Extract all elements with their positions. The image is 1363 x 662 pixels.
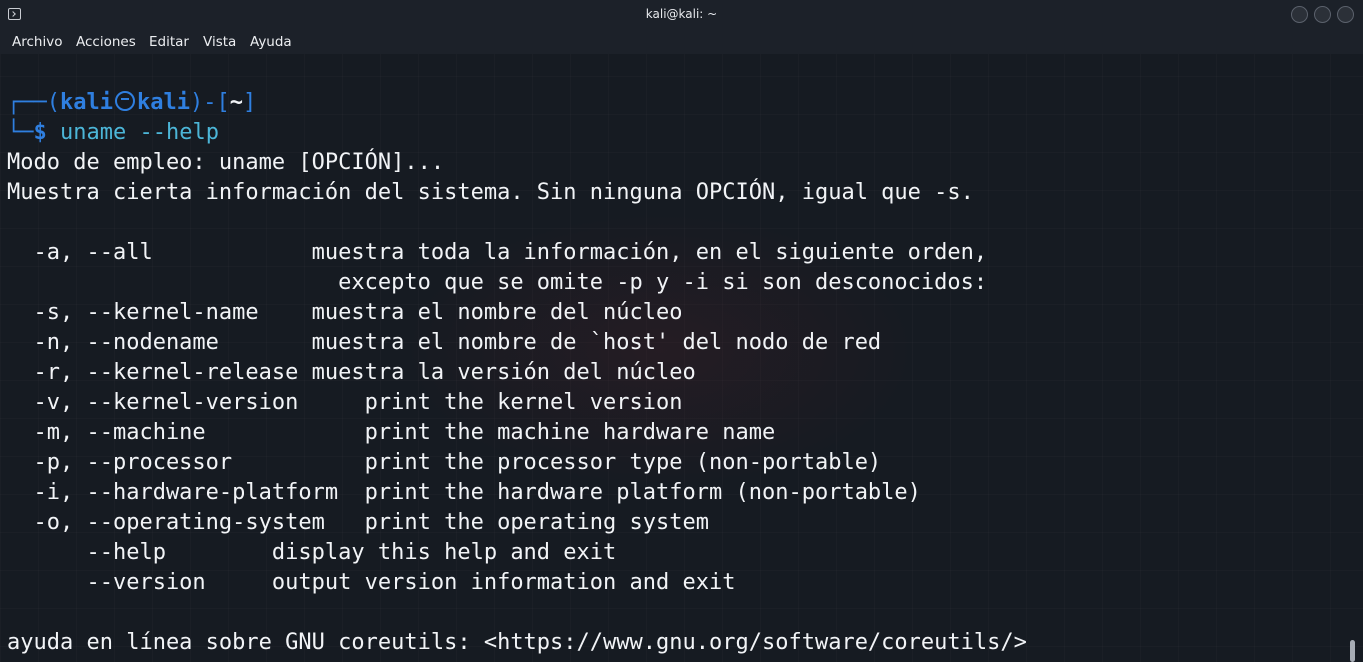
prompt-symbol: $ (33, 120, 47, 145)
output-line: -s, --kernel-name muestra el nombre del … (7, 300, 683, 325)
title-bar[interactable]: kali@kali: ~ (0, 0, 1363, 30)
menu-editar[interactable]: Editar (149, 34, 189, 50)
scrollbar-thumb[interactable] (1350, 640, 1355, 662)
prompt-box-top: ┌──( (7, 90, 60, 115)
window-title: kali@kali: ~ (645, 7, 718, 21)
kali-skull-icon (114, 91, 135, 111)
maximize-button[interactable] (1314, 6, 1331, 23)
output-line: -o, --operating-system print the operati… (7, 510, 709, 535)
output-line: -r, --kernel-release muestra la versión … (7, 360, 696, 385)
prompt-line-command: └─$ uname --help (7, 118, 219, 148)
prompt-path: ~ (229, 90, 243, 115)
menu-acciones[interactable]: Acciones (76, 34, 136, 50)
output-line: -p, --processor print the processor type… (7, 450, 882, 475)
output-line: Muestra cierta información del sistema. … (7, 180, 974, 205)
output-line: -n, --nodename muestra el nombre de `hos… (7, 330, 882, 355)
output-line: --help display this help and exit (7, 540, 617, 565)
output-line: ayuda en línea sobre GNU coreutils: <htt… (7, 630, 1027, 655)
output-line: Modo de empleo: uname [OPCIÓN]... (7, 150, 445, 175)
terminal-window: kali@kali: ~ Archivo Acciones Editar Vis… (0, 0, 1363, 662)
output-line: --version output version information and… (7, 570, 736, 595)
prompt-box-bottom: └─ (7, 120, 34, 145)
prompt-user: kali (59, 90, 113, 115)
menu-vista[interactable]: Vista (203, 34, 236, 50)
prompt-host: kali (136, 90, 190, 115)
prompt-bracket-open: )-[ (189, 90, 230, 115)
output-line: -m, --machine print the machine hardware… (7, 420, 776, 445)
command-text: uname --help (46, 120, 219, 145)
output-line: -a, --all muestra toda la información, e… (7, 240, 988, 265)
output-line: -v, --kernel-version print the kernel ve… (7, 390, 683, 415)
menu-bar: Archivo Acciones Editar Vista Ayuda (0, 30, 1363, 54)
menu-archivo[interactable]: Archivo (12, 34, 62, 50)
menu-ayuda[interactable]: Ayuda (250, 34, 292, 50)
close-button[interactable] (1337, 6, 1354, 23)
terminal-output[interactable]: ┌──(kali kali)-[~] └─$ uname --help Modo … (7, 88, 1347, 662)
prompt-bracket-close: ] (242, 90, 257, 115)
output-line: excepto que se omite -p y -i si son desc… (7, 270, 988, 295)
prompt-line-top: ┌──(kali kali)-[~] (7, 88, 256, 118)
output-line: -i, --hardware-platform print the hardwa… (7, 480, 921, 505)
minimize-button[interactable] (1291, 6, 1308, 23)
